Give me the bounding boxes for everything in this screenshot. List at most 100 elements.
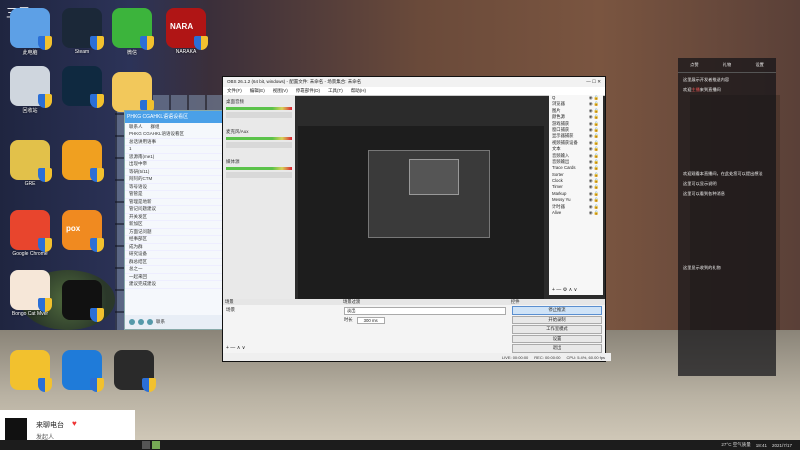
qq-list-item[interactable]: 一起来回 <box>125 274 223 281</box>
volume-slider[interactable] <box>226 142 292 148</box>
qq-list-item[interactable]: 管理是地新 <box>125 199 223 206</box>
mixer-channel-label: 媒体源 <box>226 159 240 164</box>
qq-list-item[interactable]: 新加区 <box>125 221 223 229</box>
obs-preview[interactable] <box>298 126 544 316</box>
system-tray: 27°C 空气质量 18:41 2021/7/17 <box>721 440 792 450</box>
obs-window[interactable]: OBS 26.1.2 (64 bit, windows) - 配置文件: 未命名… <box>222 76 611 362</box>
desktop-icon[interactable]: 微信 <box>106 8 158 58</box>
qq-list-item[interactable]: 方面记问题 <box>125 229 223 236</box>
control-button[interactable]: 设置 <box>512 334 602 343</box>
app-icon <box>62 140 104 182</box>
transition-type-select[interactable]: 淡出 <box>344 307 506 315</box>
source-visibility-icon[interactable]: ◉ 🔒 <box>589 210 599 216</box>
transitions-header: 场景过渡 <box>341 299 509 305</box>
qq-list-item[interactable]: 建议完成建设 <box>125 281 223 289</box>
duration-input[interactable]: 300 ms <box>356 317 385 324</box>
app-icon <box>62 350 104 392</box>
qq-list-item[interactable]: 开关发区 <box>125 214 223 221</box>
qq-list-item[interactable]: 出现中帝 <box>125 161 223 169</box>
desktop-icon[interactable] <box>56 280 108 330</box>
shield-icon <box>194 36 208 50</box>
qq-list-item[interactable]: 管记问题建议 <box>125 206 223 214</box>
desktop-icon[interactable]: NARA NARAKA <box>160 8 212 58</box>
start-icon[interactable] <box>142 441 150 449</box>
menu-item[interactable]: 视图(V) <box>273 88 288 94</box>
menu-item[interactable]: 帮助(H) <box>351 88 366 94</box>
qq-list-item[interactable]: 总话讲用语事 <box>125 139 223 146</box>
qq-list-item[interactable]: 等号语设 <box>125 184 223 191</box>
volume-slider[interactable] <box>226 172 292 178</box>
qq-list-item[interactable]: 管管是 <box>125 191 223 199</box>
volume-slider[interactable] <box>226 112 292 118</box>
qq-list-item[interactable]: 研究设备 <box>125 251 223 259</box>
source-toolbar[interactable]: + — ⚙ ∧ ∨ <box>552 287 577 293</box>
chat-message: 这里展示开发者推送内容 <box>683 77 771 83</box>
qq-list-item[interactable]: 经事部区 <box>125 236 223 244</box>
desktop-icon[interactable] <box>56 140 108 190</box>
qq-list-item[interactable]: 1 <box>125 146 223 154</box>
app-icon <box>10 8 52 50</box>
chat-spacer <box>678 201 776 261</box>
chat-text: 欢迎观看本直播间，在此处您可以提出想法 <box>683 171 763 176</box>
control-button[interactable]: 开始录制 <box>512 315 602 324</box>
qq-list-item[interactable]: 总之一 <box>125 266 223 274</box>
shield-icon <box>90 36 104 50</box>
control-button[interactable]: 退出 <box>512 344 602 353</box>
desktop-icon[interactable]: Bongo Cat Mver <box>4 270 56 320</box>
desktop-icon[interactable] <box>4 350 56 400</box>
desktop-icon[interactable]: pox <box>56 210 108 260</box>
obs-taskbar-icon[interactable] <box>152 441 160 449</box>
chat-gift-button[interactable]: 礼物 <box>723 62 731 68</box>
qq-mail-icon[interactable] <box>138 319 144 325</box>
desktop-icon[interactable]: 此电脑 <box>4 8 56 58</box>
chat-like-button[interactable]: 点赞 <box>690 62 698 68</box>
scene-add-remove[interactable]: + — ∧ ∨ <box>226 345 245 351</box>
desktop-icon[interactable] <box>56 66 108 116</box>
qq-avatar-icon[interactable] <box>129 319 135 325</box>
control-button[interactable]: 工作室模式 <box>512 325 602 334</box>
qq-tab-contacts[interactable]: 联系人 <box>129 124 143 130</box>
scene-item[interactable]: 场景 <box>223 305 341 315</box>
scenes-panel: 场景 场景 + — ∧ ∨ <box>223 299 342 353</box>
desktop-icon[interactable]: GRE <box>4 140 56 190</box>
chat-settings-button[interactable]: 设置 <box>755 62 763 68</box>
app-icon <box>10 350 52 392</box>
app-icon <box>62 280 104 322</box>
duration-row: 时长 300 ms <box>344 317 506 324</box>
qq-app-icon[interactable] <box>147 319 153 325</box>
window-controls[interactable]: — ☐ ✕ <box>586 79 601 85</box>
qq-list-item[interactable]: 阿阿的CTM <box>125 176 223 184</box>
app-icon <box>112 72 154 114</box>
qq-list-item[interactable]: 群总结区 <box>125 259 223 266</box>
desktop-icon[interactable]: 回收站 <box>4 66 56 116</box>
qq-list-item[interactable]: PHKG CGAHKL语语设看区 <box>125 131 223 139</box>
clock-date[interactable]: 2021/7/17 <box>772 443 792 448</box>
qq-footer-label[interactable]: 联系 <box>156 319 165 325</box>
nested-preview <box>368 150 490 238</box>
desktop-icon[interactable] <box>56 350 108 400</box>
menu-item[interactable]: 编辑(E) <box>250 88 265 94</box>
qq-group-window[interactable]: PHKG CGAHKL语语设看区 联系人 群组 PHKG CGAHKL语语设看区… <box>124 110 224 330</box>
menu-item[interactable]: 工具(T) <box>328 88 343 94</box>
qq-list-item[interactable]: 成为群 <box>125 244 223 251</box>
volume-meter <box>226 137 292 140</box>
qq-list-item[interactable]: 思源南(me1) <box>125 154 223 161</box>
qq-footer: 联系 <box>125 315 223 329</box>
chat-message-list: 这里展示开发者推送内容 欢迎主播来到直播间 欢迎观看本直播间，在此处您可以提出想法这… <box>678 77 776 271</box>
live-chat-overlay: 点赞 礼物 设置 这里展示开发者推送内容 欢迎主播来到直播间 欢迎观看本直播间，在此… <box>678 58 776 376</box>
qq-tab-groups[interactable]: 群组 <box>151 124 160 130</box>
taskbar: 27°C 空气质量 18:41 2021/7/17 <box>0 440 800 450</box>
icon-text: NARA <box>170 22 194 31</box>
qq-list-item[interactable]: 等研(5/11) <box>125 169 223 176</box>
menu-item[interactable]: 文件(F) <box>227 88 242 94</box>
control-button[interactable]: 停止推流 <box>512 306 602 315</box>
clock-time[interactable]: 18:41 <box>756 443 767 448</box>
app-icon: NARA <box>166 8 208 50</box>
desktop-icon[interactable]: Google Chrome <box>4 210 56 260</box>
chat-text: 这里展示开发者推送内容 <box>683 77 730 82</box>
desktop-icon[interactable]: Steam <box>56 8 108 58</box>
weather-widget[interactable]: 27°C 空气质量 <box>721 442 750 448</box>
menu-item[interactable]: 停靠部件(D) <box>296 88 320 94</box>
source-item[interactable]: Alive ◉ 🔒 <box>549 210 603 216</box>
desktop-icon[interactable] <box>108 350 160 400</box>
